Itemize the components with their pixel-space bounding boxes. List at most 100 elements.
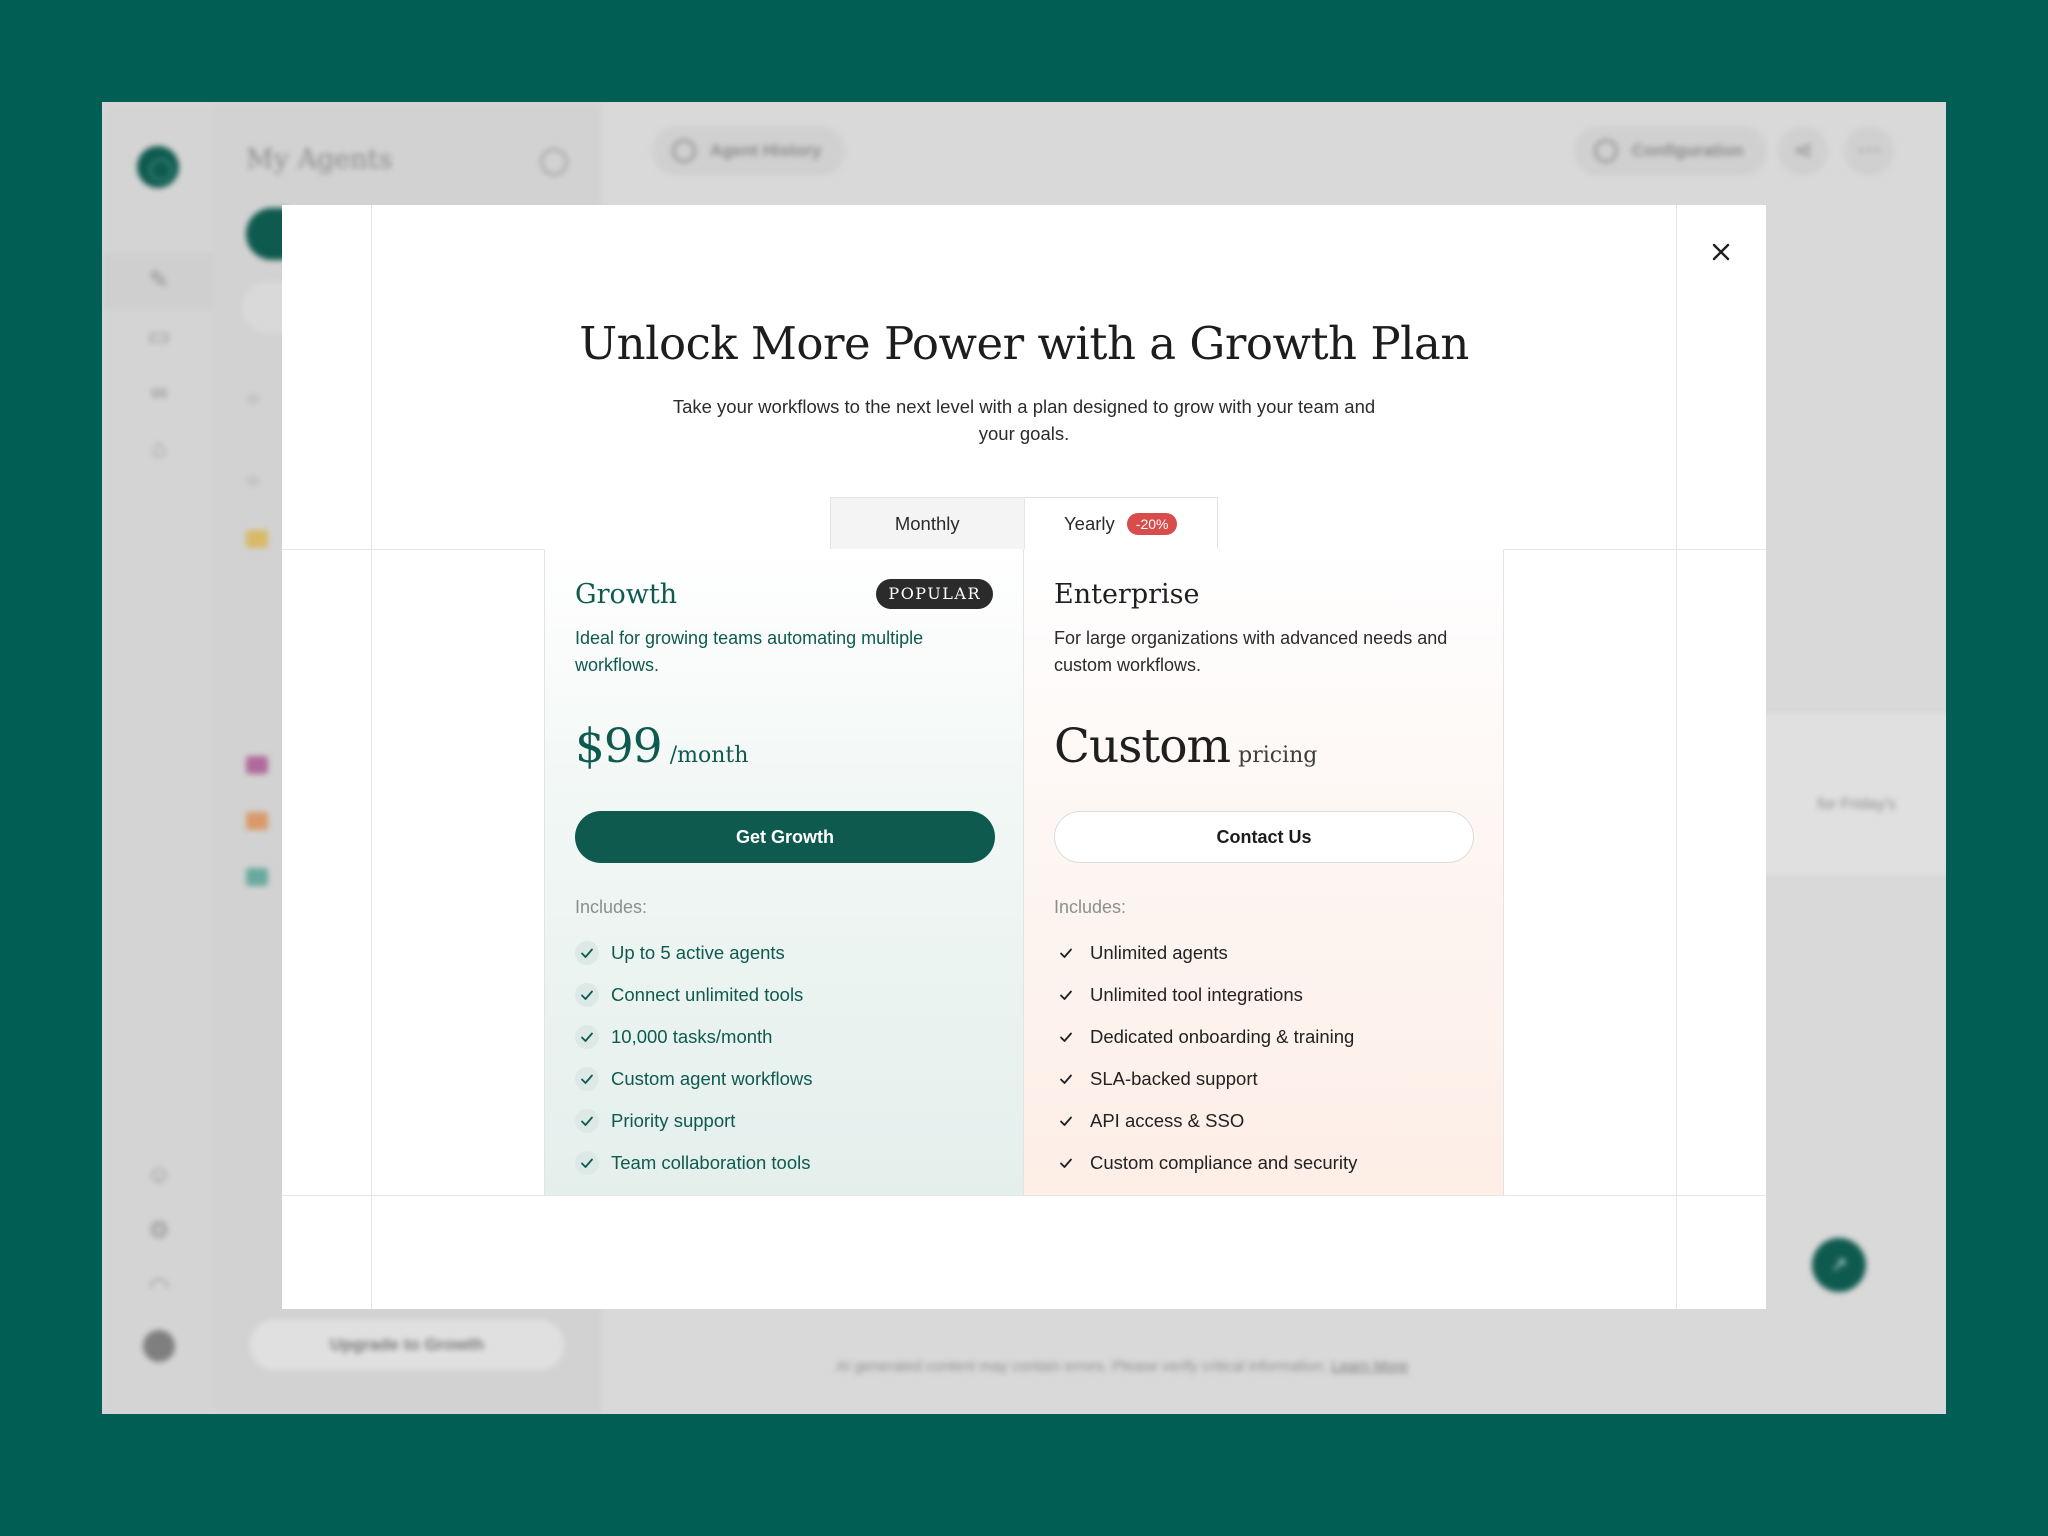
plan-card-enterprise: Enterprise For large organizations with … [1024,549,1504,1195]
headset-icon[interactable]: ◠ [146,1274,172,1300]
chevron-up-icon[interactable] [246,476,260,486]
upgrade-to-growth-button[interactable]: Upgrade to Growth [250,1320,564,1370]
contact-us-button[interactable]: Contact Us [1054,811,1474,863]
plan-name: Enterprise [1054,579,1200,610]
configuration-button[interactable]: Configuration [1574,126,1768,176]
user-avatar[interactable] [143,1330,175,1362]
learn-more-link[interactable]: Learn More [1331,1358,1408,1375]
feature-item: Unlimited tool integrations [1054,974,1473,1016]
check-icon [575,1151,599,1175]
feature-text: Unlimited agents [1090,942,1228,963]
agent-history-label: Agent History [710,141,822,160]
feature-text: API access & SSO [1090,1110,1245,1131]
feature-item: Up to 5 active agents [575,932,993,974]
feature-text: Connect unlimited tools [611,984,804,1005]
sidebar-title: My Agents [246,144,393,175]
feature-text: Priority support [611,1110,736,1131]
history-icon [672,139,696,163]
agent-card-snippet: for Friday's [1817,796,1896,813]
includes-label: Includes: [1054,897,1127,917]
check-icon [1054,1109,1078,1133]
check-icon [1054,941,1078,965]
feature-list: Up to 5 active agents Connect unlimited … [575,932,993,1184]
grid-line [282,1195,1766,1196]
feature-item: 10,000 tasks/month [575,1016,993,1058]
plan-description: For large organizations with advanced ne… [1054,628,1448,675]
feature-item: Custom compliance and security [1054,1142,1473,1184]
check-icon [1054,1067,1078,1091]
pencil-icon[interactable]: ✎ [146,268,172,294]
plan-card-growth: Growth POPULAR Ideal for growing teams a… [544,549,1024,1195]
feature-item: Unlimited agents [1054,932,1473,974]
yearly-discount-badge: -20% [1126,512,1178,535]
book-icon[interactable]: ▭ [146,324,172,350]
nav-rail: ✎ ▭ ∞ ⌂ ☺ ⚙ ◠ [102,102,214,1414]
modal-subtitle: Take your workflows to the next level wi… [672,396,1376,444]
billing-period-toggle: Monthly Yearly -20% [830,497,1218,549]
feature-text: 10,000 tasks/month [611,1026,773,1047]
popular-badge: POPULAR [876,579,993,609]
ai-disclaimer-text: AI generated content may contain errors.… [836,1358,1328,1375]
folder-icon[interactable] [246,530,268,548]
feature-text: Custom compliance and security [1090,1152,1358,1173]
modal-title: Unlock More Power with a Growth Plan [579,317,1469,370]
upgrade-modal: Unlock More Power with a Growth Plan Tak… [282,205,1766,1309]
billing-yearly-label: Yearly [1064,512,1115,534]
check-icon [575,1025,599,1049]
configuration-label: Configuration [1632,141,1744,160]
price-row: $99 /month [575,719,993,774]
more-options-icon[interactable]: ⋯ [1844,126,1894,176]
folder-icon[interactable] [246,868,268,886]
feature-item: Dedicated onboarding & training [1054,1016,1473,1058]
plan-price-unit: pricing [1238,743,1318,768]
includes-label: Includes: [575,897,648,917]
feature-list: Unlimited agents Unlimited tool integrat… [1054,932,1473,1184]
plan-description: Ideal for growing teams automating multi… [575,628,924,675]
feature-text: Dedicated onboarding & training [1090,1026,1355,1047]
app-logo [137,146,179,188]
folder-icon[interactable] [246,812,268,830]
check-icon [575,1109,599,1133]
feature-text: Up to 5 active agents [611,942,785,963]
check-icon [1054,1025,1078,1049]
feature-text: Team collaboration tools [611,1152,811,1173]
grid-line [1676,205,1677,1309]
feature-item: API access & SSO [1054,1100,1473,1142]
link-icon[interactable]: ∞ [146,380,172,406]
billing-monthly-option[interactable]: Monthly [831,498,1025,549]
feature-item: Team collaboration tools [575,1142,993,1184]
check-icon [575,941,599,965]
search-icon[interactable] [540,148,568,176]
feature-text: Custom agent workflows [611,1068,813,1089]
check-icon [1054,983,1078,1007]
feature-text: Unlimited tool integrations [1090,984,1303,1005]
plan-price-unit: /month [669,743,749,768]
feature-text: SLA-backed support [1090,1068,1258,1089]
close-icon [1712,243,1730,261]
check-icon [575,983,599,1007]
grid-line [371,205,372,1309]
feature-item: SLA-backed support [1054,1058,1473,1100]
billing-monthly-label: Monthly [894,512,960,534]
agent-history-button[interactable]: Agent History [652,126,846,176]
price-row: Custom pricing [1054,719,1473,774]
check-icon [575,1067,599,1091]
folder-icon[interactable] [246,756,268,774]
feature-item: Connect unlimited tools [575,974,993,1016]
chevron-down-icon[interactable] [246,394,260,404]
get-growth-button[interactable]: Get Growth [575,811,995,863]
gear-icon[interactable]: ⚙ [146,1218,172,1244]
plan-price: $99 [575,719,663,774]
bank-icon[interactable]: ⌂ [146,436,172,462]
close-modal-button[interactable] [1700,231,1742,273]
billing-yearly-option[interactable]: Yearly -20% [1025,498,1218,549]
user-icon[interactable]: ☺ [146,1162,172,1188]
feature-item: Custom agent workflows [575,1058,993,1100]
feature-item: Priority support [575,1100,993,1142]
check-icon [1054,1151,1078,1175]
send-button[interactable]: ↗ [1812,1238,1866,1292]
share-icon[interactable]: ⋖ [1778,126,1828,176]
plan-price: Custom [1054,719,1231,774]
gear-icon [1594,139,1618,163]
ai-disclaimer: AI generated content may contain errors.… [672,1358,1572,1375]
